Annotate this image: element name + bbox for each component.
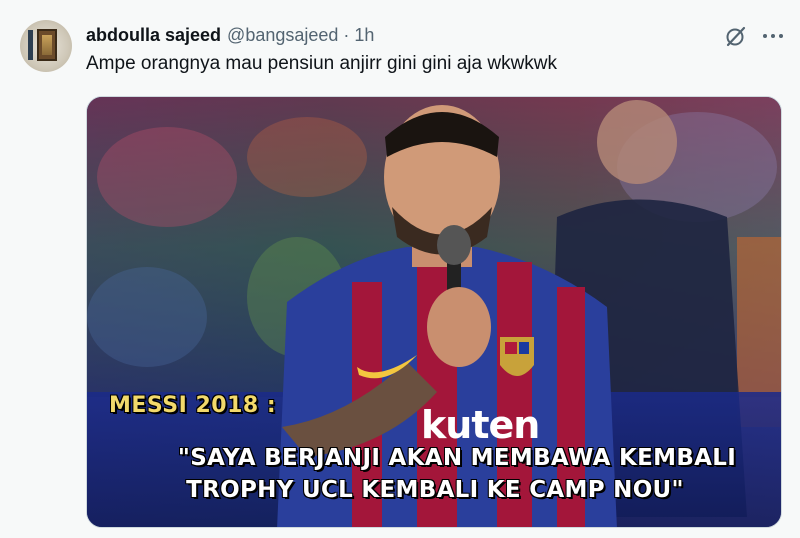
caption-title: MESSI 2018 : [109,393,277,418]
media-caption: MESSI 2018 : "SAYA BERJANJI AKAN MEMBAWA… [87,377,781,527]
caption-line-1: "SAYA BERJANJI AKAN MEMBAWA KEMBALI [177,445,737,471]
tweet-media-image[interactable]: kuten MESSI 2018 : "SAYA BERJANJI AKAN M… [86,96,782,528]
header-separator: · [343,24,350,45]
more-options-icon[interactable] [760,24,786,48]
tweet-text: Ampe orangnya mau pensiun anjirr gini gi… [86,53,558,74]
caption-line-2: TROPHY UCL KEMBALI KE CAMP NOU" [186,477,684,503]
author-name[interactable]: abdoulla sajeed [86,25,221,46]
tweet-timestamp[interactable]: 1h [354,25,374,46]
tweet-card[interactable]: abdoulla sajeed @bangsajeed · 1h Ampe or… [0,0,800,538]
avatar[interactable] [20,20,72,72]
avatar-frame [37,29,57,61]
author-handle[interactable]: @bangsajeed [227,25,338,46]
avatar-strip [28,30,33,60]
grok-icon[interactable] [724,24,748,48]
tweet-header: abdoulla sajeed @bangsajeed · 1h [86,23,374,47]
